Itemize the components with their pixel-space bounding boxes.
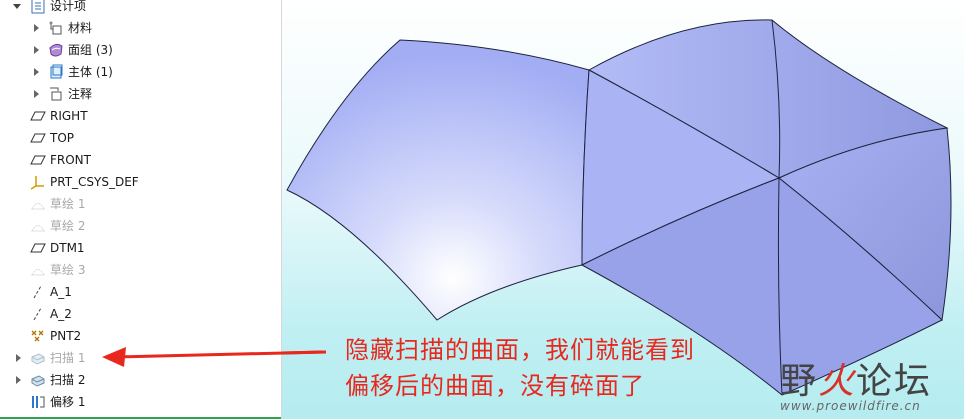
tree-item[interactable]: 偏移 1 xyxy=(0,392,281,412)
tree-item[interactable]: DTM1 xyxy=(0,238,281,258)
body-icon xyxy=(48,64,64,80)
material-icon xyxy=(48,20,64,36)
quilt-icon xyxy=(48,42,64,58)
tree-item[interactable]: TOP xyxy=(0,128,281,148)
tree-item[interactable]: 面组 (3) xyxy=(0,40,281,60)
sketch-icon xyxy=(30,262,46,278)
sweep-icon xyxy=(30,350,46,366)
tree-item-label: 面组 (3) xyxy=(68,43,113,57)
tree-item[interactable]: 扫描 2 xyxy=(0,370,281,390)
watermark-logo: 野火论坛 xyxy=(780,352,932,404)
tree-item-label: 材料 xyxy=(68,21,93,35)
tree-item-label: 偏移 1 xyxy=(50,395,86,409)
datum-axis-icon xyxy=(30,284,46,300)
tree-item[interactable]: 草绘 1 xyxy=(0,194,281,214)
tree-item[interactable]: 主体 (1) xyxy=(0,62,281,82)
tree-item-label: 主体 (1) xyxy=(68,65,113,79)
tree-item-label: 设计项 xyxy=(50,0,87,13)
tree-item[interactable]: 设计项 xyxy=(0,0,281,16)
datum-plane-icon xyxy=(30,240,46,256)
sketch-icon xyxy=(30,196,46,212)
expand-arrow-icon[interactable] xyxy=(16,376,21,384)
csys-icon xyxy=(30,174,46,190)
tree-item[interactable]: 草绘 3 xyxy=(0,260,281,280)
design-items-icon xyxy=(30,0,46,14)
tree-item-label: 草绘 2 xyxy=(50,219,86,233)
tree-item-label: DTM1 xyxy=(50,241,85,255)
sketch-icon xyxy=(30,218,46,234)
tree-item[interactable]: 草绘 2 xyxy=(0,216,281,236)
tree-item-label: A_1 xyxy=(50,285,72,299)
annotation-line-1: 隐藏扫描的曲面，我们就能看到 xyxy=(345,336,695,364)
expand-arrow-icon[interactable] xyxy=(16,354,21,362)
tree-item-label: TOP xyxy=(50,131,75,145)
watermark-part1: 野 xyxy=(780,361,819,402)
expand-arrow-icon[interactable] xyxy=(34,90,39,98)
tree-item[interactable]: A_1 xyxy=(0,282,281,302)
watermark-part2: 火 xyxy=(818,361,857,402)
datum-plane-icon xyxy=(30,130,46,146)
tree-item-label: 注释 xyxy=(68,87,93,101)
tree-item-label: 扫描 2 xyxy=(50,373,86,387)
sweep-icon xyxy=(30,372,46,388)
tree-item[interactable]: A_2 xyxy=(0,304,281,324)
watermark-url: www.proewildfire.cn xyxy=(780,399,921,413)
tree-item-label: FRONT xyxy=(50,153,91,167)
datum-axis-icon xyxy=(30,306,46,322)
tree-item[interactable]: 注释 xyxy=(0,84,281,104)
tree-item[interactable]: 材料 xyxy=(0,18,281,38)
datum-point-icon xyxy=(30,328,46,344)
annotation-icon xyxy=(48,86,64,102)
tree-item[interactable]: FRONT xyxy=(0,150,281,170)
annotation-line-2: 偏移后的曲面，没有碎面了 xyxy=(345,372,645,400)
tree-item[interactable]: PRT_CSYS_DEF xyxy=(0,172,281,192)
expand-arrow-icon[interactable] xyxy=(34,46,39,54)
tree-item[interactable]: RIGHT xyxy=(0,106,281,126)
datum-plane-icon xyxy=(30,152,46,168)
annotation-arrow-head xyxy=(102,347,327,367)
collapse-arrow-icon[interactable] xyxy=(13,4,21,9)
tree-item-label: 草绘 3 xyxy=(50,263,86,277)
watermark-part3: 论坛 xyxy=(856,361,933,402)
tree-item-label: PRT_CSYS_DEF xyxy=(50,175,139,189)
expand-arrow-icon[interactable] xyxy=(34,68,39,76)
tree-item-label: A_2 xyxy=(50,307,72,321)
expand-arrow-icon[interactable] xyxy=(34,24,39,32)
tree-item-label: 草绘 1 xyxy=(50,197,86,211)
tree-item-label: PNT2 xyxy=(50,329,82,343)
tree-item-label: RIGHT xyxy=(50,109,88,123)
surface-patch-left xyxy=(286,39,590,321)
offset-icon xyxy=(30,394,46,410)
tree-item-label: 扫描 1 xyxy=(50,351,86,365)
datum-plane-icon xyxy=(30,108,46,124)
